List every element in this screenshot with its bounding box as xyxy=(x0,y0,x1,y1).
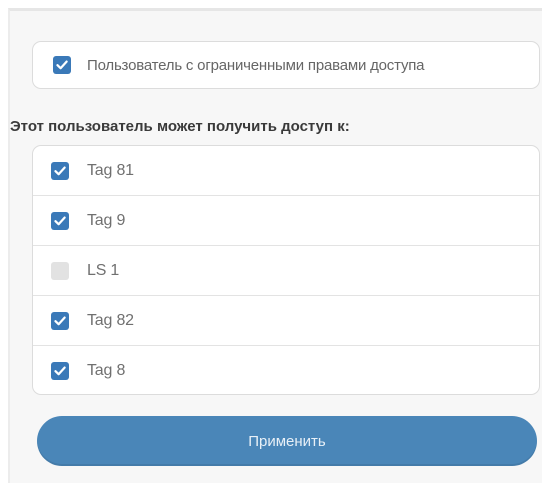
tag-item-ls-1[interactable]: LS 1 xyxy=(33,246,539,296)
check-icon xyxy=(54,316,66,325)
check-icon xyxy=(54,366,66,376)
restricted-access-checkbox[interactable] xyxy=(53,56,71,74)
tag-item-tag-82[interactable]: Tag 82 xyxy=(33,296,539,346)
check-icon xyxy=(56,60,68,70)
tag-access-panel: Пользователь с ограниченными правами дос… xyxy=(8,8,542,483)
tag-label: Tag 9 xyxy=(87,211,126,229)
tag-item-tag-8[interactable]: Tag 8 xyxy=(33,346,539,394)
access-heading: Этот пользователь может получить доступ … xyxy=(10,118,350,135)
tag-label: Tag 82 xyxy=(87,311,134,329)
tag-item-tag-9[interactable]: Tag 9 xyxy=(33,196,539,246)
check-icon xyxy=(54,216,66,225)
tag-label: Tag 81 xyxy=(87,161,134,179)
check-icon xyxy=(54,166,66,175)
tag-label: Tag 8 xyxy=(87,362,126,379)
tag-label: LS 1 xyxy=(87,261,120,279)
tag-checkbox[interactable] xyxy=(51,211,69,230)
tag-checkbox[interactable] xyxy=(51,362,69,380)
apply-button[interactable]: Применить xyxy=(37,416,537,466)
tag-checkbox[interactable] xyxy=(51,261,69,280)
restricted-access-option[interactable]: Пользователь с ограниченными правами дос… xyxy=(32,41,540,89)
tag-list: Tag 81 Tag 9 LS 1 Tag 82 Tag 8 xyxy=(32,145,540,395)
restricted-access-label: Пользователь с ограниченными правами дос… xyxy=(87,56,425,74)
tag-item-tag-81[interactable]: Tag 81 xyxy=(33,146,539,196)
tag-checkbox[interactable] xyxy=(51,161,69,180)
tag-checkbox[interactable] xyxy=(51,311,69,330)
